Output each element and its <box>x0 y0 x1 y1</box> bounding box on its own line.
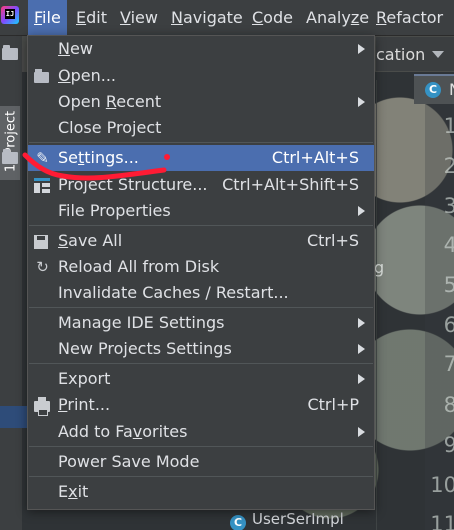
menu-separator <box>29 225 373 226</box>
menu-item-new-projects-settings[interactable]: New Projects Settings <box>28 336 374 362</box>
folder-open-icon <box>34 69 49 83</box>
menu-item-label: Close Project <box>58 118 162 137</box>
line-number: 8 <box>443 393 454 417</box>
run-configuration-text: cation <box>376 45 426 64</box>
java-class-icon: C <box>425 82 441 98</box>
run-configuration-selector[interactable]: cation <box>376 37 454 71</box>
editor-tab[interactable]: C N <box>414 74 454 104</box>
submenu-arrow-icon <box>358 44 365 54</box>
shortcut-label: Ctrl+Alt+Shift+S <box>222 175 359 194</box>
menu-view[interactable]: View <box>114 0 164 35</box>
menu-item-export[interactable]: Export <box>28 366 374 392</box>
menu-item-label: Save All <box>58 231 123 250</box>
line-number: 11 <box>430 512 454 530</box>
menu-item-label: Open Recent <box>58 92 162 111</box>
printer-icon <box>34 397 50 416</box>
line-number: 1 <box>443 114 454 138</box>
menu-item-new[interactable]: New <box>28 36 374 62</box>
menu-item-label: Project Structure... <box>58 175 208 194</box>
dropdown-caret-icon <box>432 51 444 58</box>
menu-item-invalidate-caches[interactable]: Invalidate Caches / Restart... <box>28 280 374 306</box>
line-number: 5 <box>443 273 454 297</box>
menu-item-label: New Projects Settings <box>58 339 232 358</box>
submenu-arrow-icon <box>358 344 365 354</box>
submenu-arrow-icon <box>358 97 365 107</box>
menu-item-label: Reload All from Disk <box>58 257 220 276</box>
menu-item-close-project[interactable]: Close Project <box>28 115 374 141</box>
intellij-logo-icon: IJ <box>1 6 19 24</box>
wrench-icon: ✎ <box>36 149 49 167</box>
menu-item-label: Export <box>58 369 111 388</box>
ide-screen: IJ File Edit View Navigate Code Analyze … <box>0 0 454 530</box>
menu-separator <box>29 476 373 477</box>
menu-item-label: Manage IDE Settings <box>58 313 225 332</box>
submenu-arrow-icon <box>358 427 365 437</box>
menu-item-label: Exit <box>58 482 89 501</box>
menu-item-open[interactable]: Open... <box>28 63 374 89</box>
java-class-icon: C <box>230 515 246 530</box>
editor-gutter: 1 2 3 4 5 6 7 8 9 10 11 <box>425 104 454 530</box>
menu-code[interactable]: Code <box>246 0 299 35</box>
menu-edit[interactable]: Edit <box>70 0 113 35</box>
line-number: 3 <box>443 194 454 218</box>
project-tab-label: 1: Project <box>3 110 19 173</box>
main-menu-bar: IJ File Edit View Navigate Code Analyze … <box>0 0 454 36</box>
project-file-userserimpl[interactable]: C UserSerImpl <box>230 510 344 530</box>
menu-item-settings[interactable]: ✎ Settings... Ctrl+Alt+S <box>28 145 374 171</box>
menu-item-label: New <box>58 39 93 58</box>
left-tool-strip: 1: Project <box>0 36 22 530</box>
submenu-arrow-icon <box>358 318 365 328</box>
menu-separator <box>29 307 373 308</box>
line-number: 7 <box>443 352 454 376</box>
menu-item-manage-ide-settings[interactable]: Manage IDE Settings <box>28 310 374 336</box>
line-number: 10 <box>430 473 454 497</box>
menu-item-label: Print... <box>58 395 111 414</box>
editor-tab-label: N <box>449 80 454 99</box>
panel-divider <box>376 80 377 530</box>
folder-icon[interactable] <box>2 149 18 164</box>
menu-item-open-recent[interactable]: Open Recent <box>28 89 374 115</box>
line-number: 6 <box>443 313 454 337</box>
menu-item-label: Open... <box>58 66 116 85</box>
shortcut-label: Ctrl+S <box>306 231 359 250</box>
file-menu-dropdown: New Open... Open Recent Close Project ✎ … <box>27 35 375 510</box>
menu-item-label: Power Save Mode <box>58 452 200 471</box>
partial-code-text: g <box>374 258 385 277</box>
menu-item-power-save-mode[interactable]: Power Save Mode <box>28 449 374 475</box>
selected-tree-row <box>0 406 28 428</box>
folder-icon[interactable] <box>2 45 18 60</box>
menu-item-print[interactable]: Print... Ctrl+P <box>28 392 374 418</box>
menu-navigate[interactable]: Navigate <box>165 0 249 35</box>
line-number: 4 <box>443 233 454 257</box>
shortcut-label: Ctrl+P <box>307 395 359 414</box>
submenu-arrow-icon <box>358 206 365 216</box>
menu-separator <box>29 446 373 447</box>
project-structure-icon <box>34 178 50 193</box>
menu-item-label: File Properties <box>58 201 171 220</box>
line-number: 9 <box>443 433 454 457</box>
menu-item-save-all[interactable]: Save All Ctrl+S <box>28 228 374 254</box>
menu-item-label: Settings... <box>58 148 139 167</box>
menu-separator <box>29 363 373 364</box>
menu-refactor[interactable]: Refactor <box>370 0 449 35</box>
line-number: 2 <box>443 154 454 178</box>
menu-item-add-to-favorites[interactable]: Add to Favorites <box>28 419 374 445</box>
menu-file[interactable]: File <box>28 0 67 35</box>
menu-item-label: Invalidate Caches / Restart... <box>58 283 289 302</box>
shortcut-label: Ctrl+Alt+S <box>271 148 359 167</box>
save-icon <box>34 235 48 249</box>
project-tool-window-tab[interactable]: 1: Project <box>0 106 20 180</box>
reload-icon: ↻ <box>36 258 49 276</box>
menu-separator <box>29 142 373 143</box>
menu-item-label: Add to Favorites <box>58 422 188 441</box>
menu-item-reload-all[interactable]: ↻ Reload All from Disk <box>28 254 374 280</box>
project-file-label: UserSerImpl <box>252 510 344 528</box>
submenu-arrow-icon <box>358 374 365 384</box>
menu-item-file-properties[interactable]: File Properties <box>28 198 374 224</box>
menu-item-project-structure[interactable]: Project Structure... Ctrl+Alt+Shift+S <box>28 172 374 198</box>
menu-analyze[interactable]: Analyze <box>300 0 375 35</box>
menu-item-exit[interactable]: Exit <box>28 479 374 505</box>
